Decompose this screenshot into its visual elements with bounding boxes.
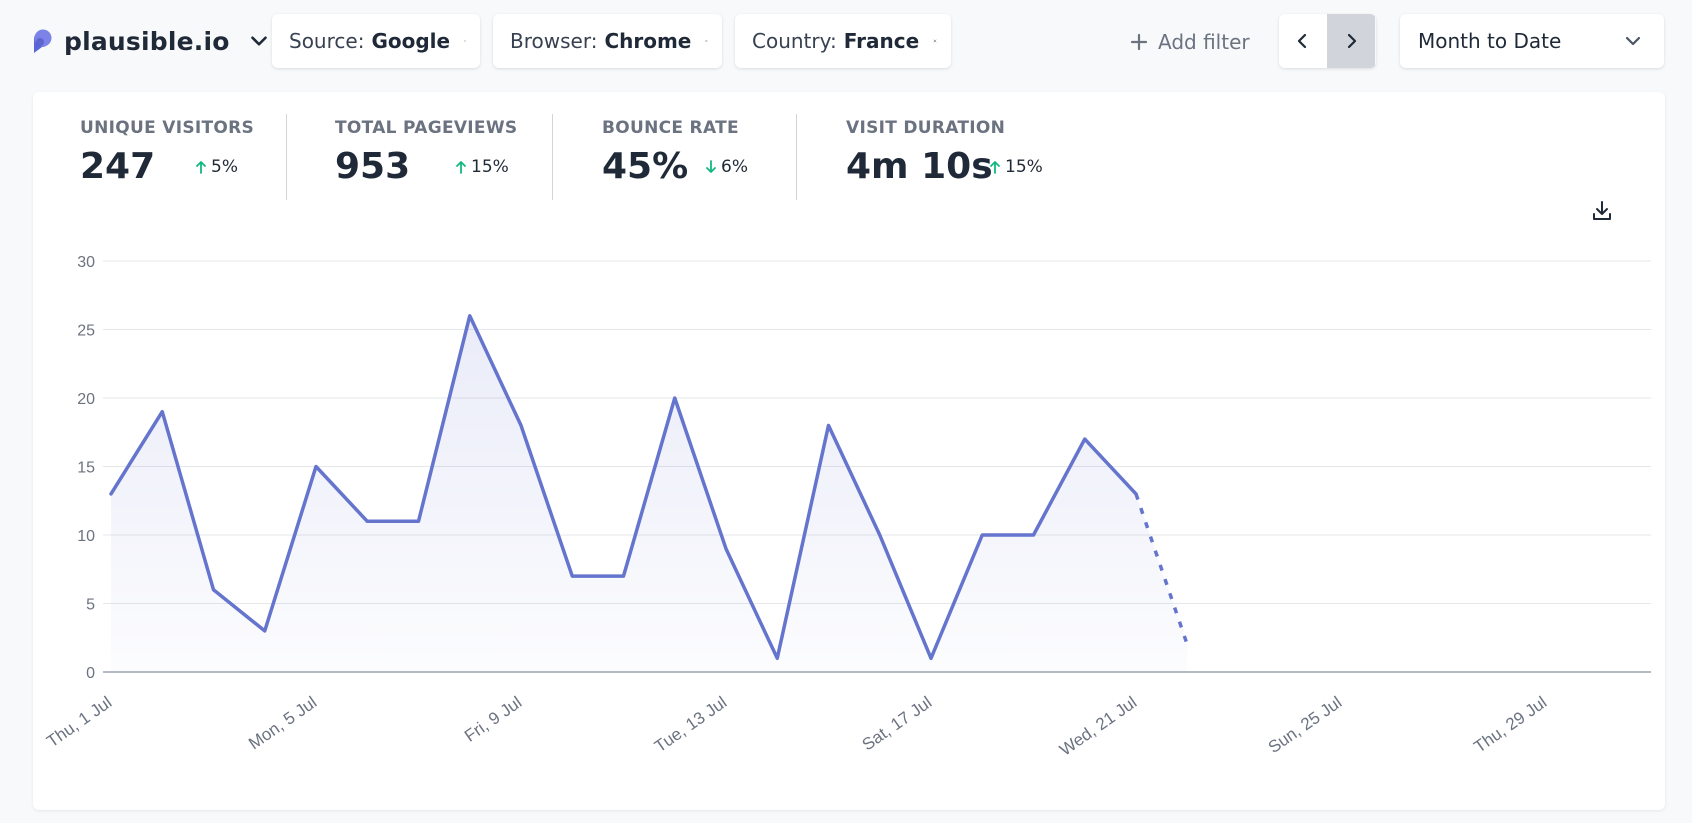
x-tick-label: Wed, 21 Jul: [1056, 693, 1140, 760]
chevron-left-icon: [1297, 33, 1307, 49]
x-tick-label: Sun, 25 Jul: [1265, 693, 1346, 757]
close-icon[interactable]: [705, 31, 708, 51]
data-point[interactable]: [1132, 490, 1140, 498]
data-point[interactable]: [415, 517, 423, 525]
chevron-down-icon: [250, 36, 267, 46]
data-point[interactable]: [876, 531, 884, 539]
visitors-line-chart[interactable]: 0 5 10 15 20 25 30 Thu, 1 Jul Mon, 5 Jul Fri, 9 …: [33, 92, 1665, 810]
site-switcher[interactable]: plausible.io: [30, 20, 272, 62]
data-point[interactable]: [568, 572, 576, 580]
filter-value: Google: [371, 29, 451, 53]
chevron-down-icon: [1625, 36, 1641, 46]
main-graph-card: UNIQUE VISITORS 247 5% TOTAL PAGEVIEWS 9…: [33, 92, 1665, 810]
data-point[interactable]: [825, 421, 833, 429]
previous-period-button[interactable]: [1279, 14, 1327, 68]
y-tick-label: 15: [77, 460, 95, 477]
chevron-right-icon: [1347, 33, 1357, 49]
y-tick-label: 30: [77, 254, 95, 271]
data-point[interactable]: [517, 421, 525, 429]
site-name: plausible.io: [64, 26, 230, 56]
filter-pill-browser[interactable]: Browser: Chrome: [493, 14, 722, 68]
y-tick-label: 25: [77, 323, 95, 340]
data-point[interactable]: [978, 531, 986, 539]
data-point[interactable]: [927, 654, 935, 662]
filter-pill-source[interactable]: Source: Google: [272, 14, 480, 68]
filter-value: France: [843, 29, 920, 53]
y-tick-label: 5: [86, 597, 95, 614]
data-point[interactable]: [1081, 435, 1089, 443]
data-point[interactable]: [671, 394, 679, 402]
data-point[interactable]: [1030, 531, 1038, 539]
period-label: Month to Date: [1418, 29, 1562, 53]
data-point[interactable]: [773, 654, 781, 662]
x-tick-label: Tue, 13 Jul: [651, 693, 730, 756]
data-point[interactable]: [158, 408, 166, 416]
top-bar: plausible.io Source: Google Browser: Chr…: [0, 0, 1692, 84]
data-point[interactable]: [107, 490, 115, 498]
y-tick-label: 0: [86, 665, 95, 682]
x-tick-label: Fri, 9 Jul: [461, 693, 525, 746]
data-point[interactable]: [620, 572, 628, 580]
add-filter-button[interactable]: Add filter: [1130, 24, 1250, 60]
close-icon[interactable]: [933, 31, 937, 51]
y-tick-label: 10: [77, 528, 95, 545]
plausible-logo-icon: [34, 29, 52, 53]
data-point[interactable]: [466, 312, 474, 320]
period-navigation: [1279, 14, 1376, 68]
next-period-button[interactable]: [1327, 14, 1375, 68]
data-point[interactable]: [722, 545, 730, 553]
filter-label: Source:: [289, 29, 365, 53]
y-tick-label: 20: [77, 391, 95, 408]
data-point[interactable]: [210, 586, 218, 594]
filter-value: Chrome: [604, 29, 692, 53]
data-point[interactable]: [261, 627, 269, 635]
data-point[interactable]: [363, 517, 371, 525]
filter-label: Country:: [752, 29, 837, 53]
x-tick-label: Sat, 17 Jul: [859, 693, 936, 755]
area-fill: [111, 315, 1188, 672]
close-icon[interactable]: [464, 31, 466, 51]
add-filter-label: Add filter: [1158, 30, 1250, 54]
x-tick-label: Thu, 29 Jul: [1470, 693, 1550, 757]
filter-pill-country[interactable]: Country: France: [735, 14, 951, 68]
filter-label: Browser:: [510, 29, 598, 53]
x-tick-label: Thu, 1 Jul: [43, 693, 115, 751]
data-point[interactable]: [312, 463, 320, 471]
plus-icon: [1130, 33, 1148, 51]
period-select[interactable]: Month to Date: [1400, 14, 1664, 68]
x-tick-label: Mon, 5 Jul: [245, 693, 320, 754]
data-point[interactable]: [1183, 641, 1191, 649]
